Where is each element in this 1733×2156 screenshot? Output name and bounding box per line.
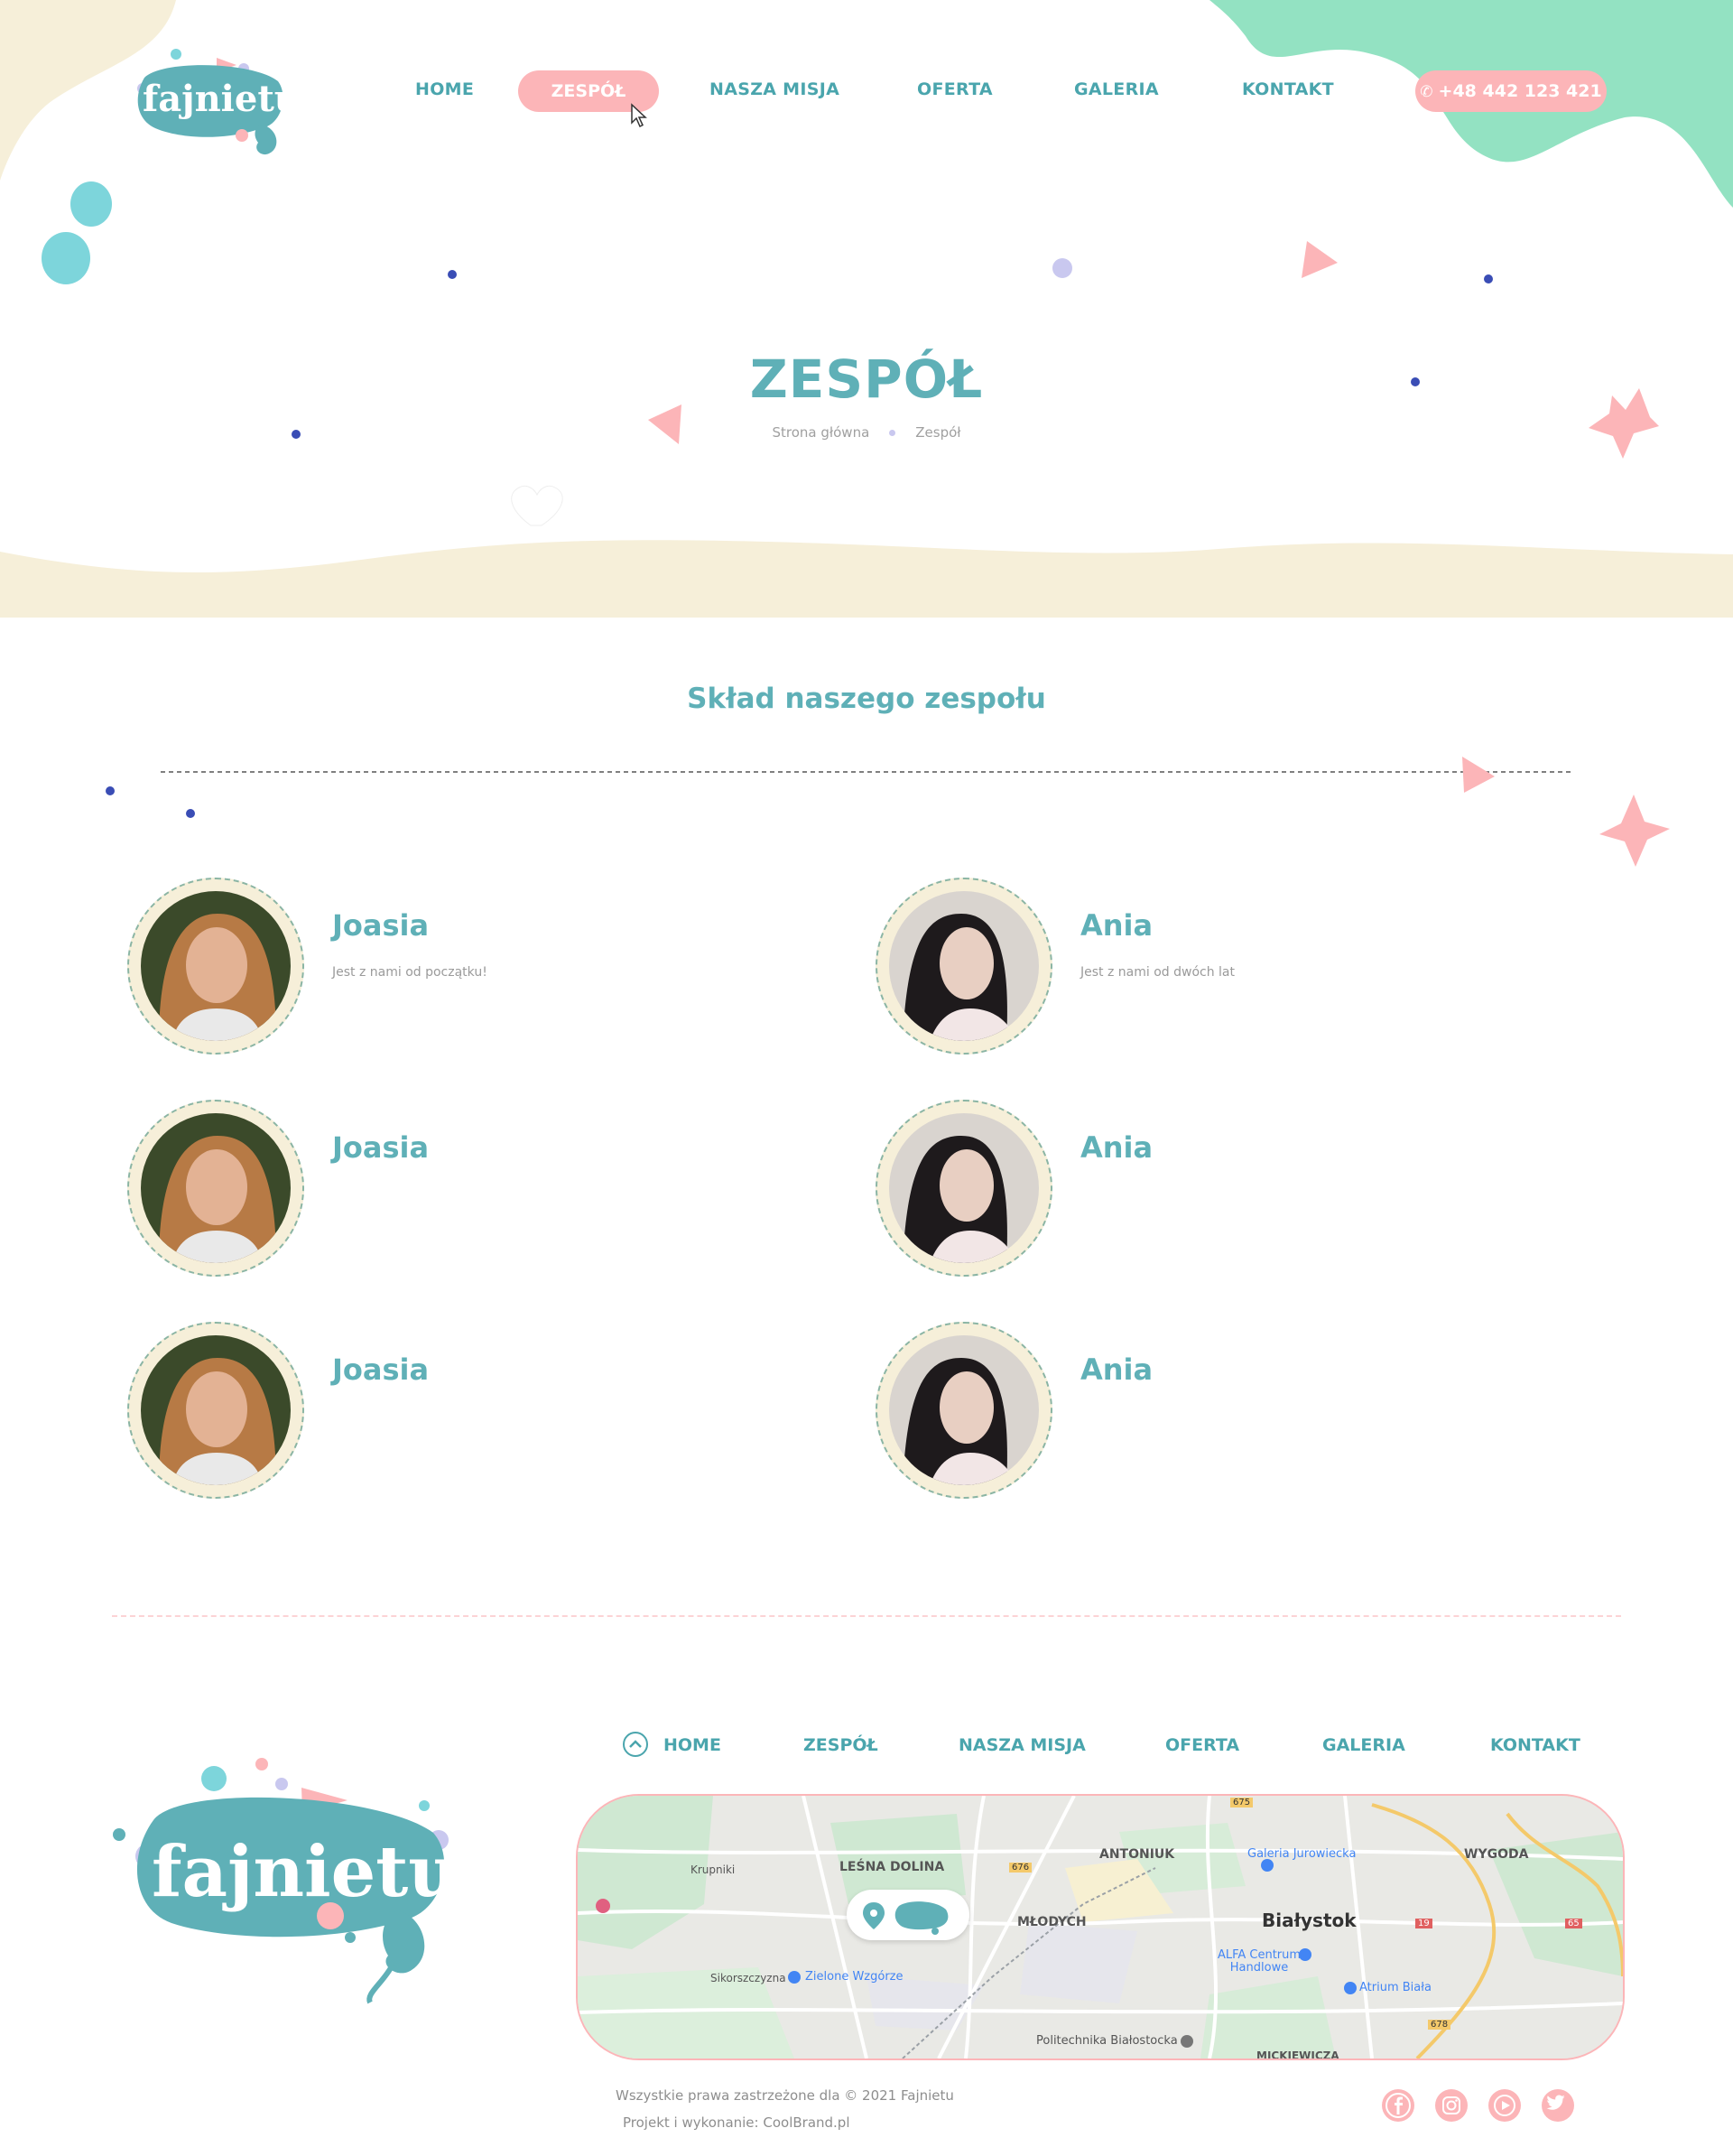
team-member-card: Ania [876,1322,1507,1502]
credit-text: Projekt i wykonanie: CoolBrand.pl [623,2114,850,2131]
location-pin-icon [863,1901,949,1935]
map-label-galeria-jurowiecka: Galeria Jurowiecka [1247,1847,1357,1861]
twitter-icon[interactable] [1542,2089,1574,2122]
avatar [889,891,1039,1041]
map-label-politechnika: Politechnika Białostocka [1036,2034,1178,2048]
footer-nav-home[interactable]: HOME [663,1735,721,1755]
copyright-text: Wszystkie prawa zastrzeżone dla © 2021 F… [616,2087,954,2104]
breadcrumb-home[interactable]: Strona główna [772,424,869,441]
nav-galeria[interactable]: GALERIA [1074,79,1159,99]
facebook-icon[interactable] [1382,2089,1414,2122]
youtube-icon[interactable] [1488,2089,1521,2122]
team-member-card: Joasia [127,1322,759,1502]
footer-nav-kontakt[interactable]: KONTAKT [1490,1735,1580,1755]
map-label-bialystok: Białystok [1262,1910,1357,1931]
footer-logo[interactable]: fajnietu [108,1757,460,2006]
map-road-675: 675 [1230,1798,1254,1808]
nav-home[interactable]: HOME [415,79,474,99]
footer-logo-text: fajnietu [152,1831,460,1913]
map-marker[interactable] [847,1890,969,1940]
map-road-676: 676 [1009,1863,1033,1873]
member-name: Joasia [332,1352,430,1387]
member-name: Ania [1080,908,1154,943]
breadcrumb: Strona główna Zespół [0,424,1733,441]
member-name: Ania [1080,1130,1154,1165]
footer-nav-zespol[interactable]: ZESPÓŁ [803,1735,878,1755]
member-name: Joasia [332,908,430,943]
map-road-19: 19 [1415,1919,1432,1928]
credit-link[interactable]: Projekt i wykonanie: CoolBrand.pl [623,2114,850,2131]
team-member-card: Ania Jest z nami od dwóch lat [876,878,1507,1058]
site-logo[interactable]: fajnietu [126,42,301,159]
footer-divider [112,1615,1621,1617]
map-label-lesna-dolina: LEŚNA DOLINA [839,1860,945,1874]
breadcrumb-separator [889,430,896,436]
member-name: Joasia [332,1130,430,1165]
team-section-title: Skład naszego zespołu [687,683,1046,715]
breadcrumb-current: Zespół [915,424,961,441]
map-label-atrium-biala: Atrium Biała [1359,1981,1432,1994]
section-decor [106,757,1670,867]
page-title: ZESPÓŁ [749,348,984,410]
phone-number: +48 442 123 421 [1438,81,1602,101]
footer-nav-galeria[interactable]: GALERIA [1322,1735,1405,1755]
map-label-antoniuk: ANTONIUK [1099,1847,1175,1862]
map-label-alfa: ALFA Centrum Handlowe [1217,1948,1302,1975]
map-label-krupniki: Krupniki [690,1863,736,1876]
phone-icon: ✆ [1420,83,1433,101]
map-label-mickiewicza: MICKIEWICZA [1256,2049,1339,2060]
team-member-card: Joasia [127,1100,759,1280]
member-name: Ania [1080,1352,1154,1387]
mouse-cursor-icon [631,103,647,128]
scroll-top-icon[interactable] [622,1731,649,1758]
avatar [889,1335,1039,1485]
avatar [889,1113,1039,1263]
map-road-678: 678 [1428,2020,1451,2030]
footer-nav-nasza-misja[interactable]: NASZA MISJA [959,1735,1086,1755]
map-road-65: 65 [1565,1919,1582,1928]
avatar [141,1335,291,1485]
map-label-zielone-wzgorze: Zielone Wzgórze [805,1970,904,1984]
instagram-icon[interactable] [1435,2089,1468,2122]
member-description: Jest z nami od dwóch lat [1080,965,1235,980]
logo-text: fajnietu [143,78,301,120]
map-label-mlodych: MŁODYCH [1017,1915,1087,1929]
map-label-sikorszczyzna: Sikorszczyzna [710,1972,786,1984]
phone-button[interactable]: ✆ +48 442 123 421 [1415,70,1607,112]
map-tiles [578,1796,1623,2058]
nav-nasza-misja[interactable]: NASZA MISJA [709,79,839,99]
nav-oferta[interactable]: OFERTA [917,79,993,99]
footer-nav-oferta[interactable]: OFERTA [1165,1735,1239,1755]
avatar [141,1113,291,1263]
team-member-card: Joasia Jest z nami od początku! [127,878,759,1058]
map-label-wygoda: WYGODA [1464,1847,1529,1862]
member-description: Jest z nami od początku! [332,965,487,980]
team-member-card: Ania [876,1100,1507,1280]
nav-kontakt[interactable]: KONTAKT [1242,79,1334,99]
location-map[interactable]: LEŚNA DOLINA ANTONIUK Galeria Jurowiecka… [576,1794,1625,2060]
avatar [141,891,291,1041]
